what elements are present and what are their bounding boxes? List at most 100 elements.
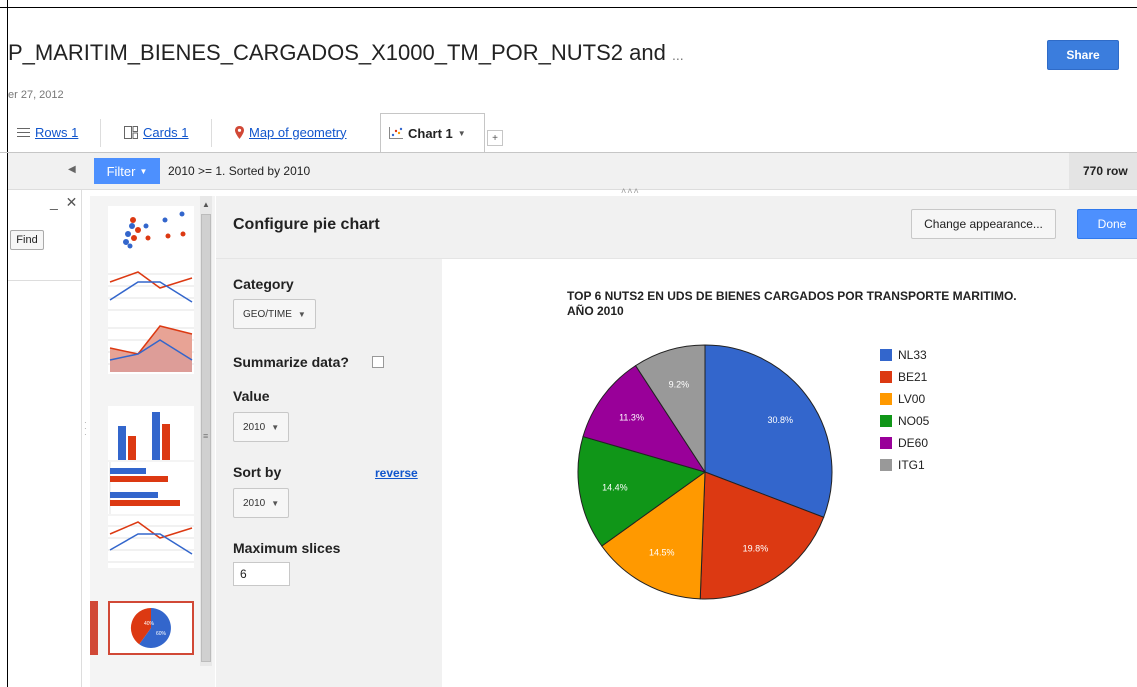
tab-divider (211, 119, 212, 147)
legend-label: ITG1 (898, 458, 925, 472)
window-border-top (0, 7, 1137, 8)
sortby-value: 2010 (243, 497, 266, 509)
thumb-pie-label: 60% (156, 631, 167, 637)
legend-item-de60[interactable]: DE60 (880, 432, 929, 454)
sortby-label: Sort by (233, 464, 282, 480)
chart-type-line-alt[interactable] (108, 516, 194, 568)
chart-options: Category GEO/TIME ▼ Summarize data? Value… (216, 259, 442, 687)
chart-type-line[interactable] (108, 264, 194, 318)
legend-item-nl33[interactable]: NL33 (880, 344, 929, 366)
chevron-down-icon: ▼ (271, 498, 280, 508)
chevron-down-icon: ▼ (271, 422, 280, 432)
line-chart-icon (108, 271, 194, 311)
left-panel: _ ✕ Find (8, 190, 82, 687)
line-chart-icon (108, 521, 194, 563)
configure-title: Configure pie chart (233, 216, 380, 233)
done-button[interactable]: Done (1077, 209, 1137, 239)
maxslices-label: Maximum slices (233, 540, 341, 556)
chart-type-pie[interactable]: 40% 60% (108, 601, 194, 655)
tab-rows[interactable]: Rows 1 (17, 113, 78, 151)
change-appearance-button[interactable]: Change appearance... (911, 209, 1056, 239)
document-date: er 27, 2012 (8, 89, 64, 101)
legend-label: DE60 (898, 436, 929, 450)
panel-divider (8, 280, 81, 281)
legend-swatch (880, 437, 892, 449)
area-chart-icon (108, 325, 194, 372)
scroll-grip-icon: ≡ (203, 431, 209, 441)
pie-slice-label: 14.5% (649, 548, 675, 558)
panel-resize-handle[interactable]: · · · (84, 419, 87, 439)
tab-chart[interactable]: Chart 1 ▼ (380, 113, 485, 153)
selected-indicator (90, 601, 98, 655)
category-value: GEO/TIME (243, 308, 292, 320)
legend-item-lv00[interactable]: LV00 (880, 388, 929, 410)
chart-type-column[interactable] (108, 406, 194, 460)
pie-slice-label: 14.4% (602, 482, 628, 492)
share-button[interactable]: Share (1047, 40, 1119, 70)
category-dropdown[interactable]: GEO/TIME ▼ (233, 299, 316, 329)
legend-item-be21[interactable]: BE21 (880, 366, 929, 388)
legend-swatch (880, 371, 892, 383)
pie-chart: 30.8% 19.8% 14.5% 14.4% 11.3% 9.2% (577, 344, 833, 600)
document-title-text: P_MARITIM_BIENES_CARGADOS_X1000_TM_POR_N… (8, 40, 666, 65)
configure-panel: Configure pie chart Change appearance...… (216, 196, 1137, 687)
chart-type-area[interactable] (108, 318, 194, 374)
tab-chart-label: Chart 1 (408, 125, 453, 141)
chevron-down-icon: ▼ (297, 309, 306, 319)
scroll-up-icon[interactable]: ▲ (202, 200, 210, 209)
tab-cards-label: Cards 1 (143, 124, 189, 140)
summarize-label: Summarize data? (233, 354, 349, 370)
legend-label: BE21 (898, 370, 928, 384)
title-ellipsis: ... (671, 47, 684, 63)
legend-swatch (880, 393, 892, 405)
thumb-pie-label: 40% (144, 621, 155, 627)
chart-type-scatter[interactable] (108, 206, 194, 264)
reverse-link[interactable]: reverse (375, 466, 418, 480)
chevron-down-icon[interactable]: ▼ (458, 129, 466, 138)
value-value: 2010 (243, 421, 266, 433)
chart-title: TOP 6 NUTS2 EN UDS DE BIENES CARGADOS PO… (567, 289, 1017, 318)
filter-button-label: Filter (106, 163, 136, 179)
pie-slice-label: 11.3% (619, 413, 644, 423)
cards-icon (124, 125, 138, 139)
category-label: Category (233, 276, 294, 292)
tab-divider (100, 119, 101, 147)
chart-legend: NL33 BE21 LV00 NO05 DE60 ITG1 (880, 344, 929, 476)
view-tabs: Rows 1 Cards 1 Map of geometry Chart 1 ▼ (0, 113, 1137, 153)
legend-label: LV00 (898, 392, 926, 406)
document-title: P_MARITIM_BIENES_CARGADOS_X1000_TM_POR_N… (8, 40, 684, 66)
pie-slice-label: 19.8% (743, 543, 769, 553)
tab-rows-label: Rows 1 (35, 124, 79, 140)
chart-icon (389, 127, 403, 139)
summarize-checkbox[interactable] (372, 356, 384, 368)
maxslices-input[interactable]: 6 (233, 562, 290, 586)
chart-preview: TOP 6 NUTS2 EN UDS DE BIENES CARGADOS PO… (442, 259, 1137, 687)
sortby-dropdown[interactable]: 2010 ▼ (233, 488, 290, 518)
chart-type-bar[interactable] (108, 462, 194, 514)
legend-swatch (880, 415, 892, 427)
pie-slice-label: 9.2% (669, 379, 690, 389)
pie-chart-icon: 40% 60% (130, 607, 171, 648)
filter-description: 2010 >= 1. Sorted by 2010 (168, 164, 311, 178)
legend-item-itg1[interactable]: ITG1 (880, 454, 929, 476)
legend-label: NO05 (898, 414, 930, 428)
filter-button[interactable]: Filter ▼ (94, 158, 160, 184)
scatter-chart-icon (123, 211, 186, 249)
collapse-left-icon[interactable]: ◀ (68, 164, 76, 175)
pie-slice-label: 30.8% (768, 415, 794, 425)
tab-cards[interactable]: Cards 1 (124, 113, 189, 151)
filter-bar: ◀ Filter ▼ 2010 >= 1. Sorted by 2010 770 … (8, 153, 1137, 190)
bar-chart-icon (109, 462, 180, 514)
configure-header: Configure pie chart Change appearance...… (216, 196, 1137, 259)
legend-swatch (880, 459, 892, 471)
panel-close-icon[interactable]: _ ✕ (50, 194, 79, 211)
rows-icon (17, 127, 30, 137)
value-label: Value (233, 388, 270, 404)
add-tab-button[interactable]: + (487, 130, 503, 146)
tab-map[interactable]: Map of geometry (235, 113, 347, 151)
legend-item-no05[interactable]: NO05 (880, 410, 929, 432)
value-dropdown[interactable]: 2010 ▼ (233, 412, 290, 442)
resize-grip-icon[interactable]: ˄˄˄ (621, 186, 640, 196)
find-button[interactable]: Find (10, 230, 44, 250)
chart-type-gallery: 40% 60% ▲ ≡ (90, 196, 215, 687)
